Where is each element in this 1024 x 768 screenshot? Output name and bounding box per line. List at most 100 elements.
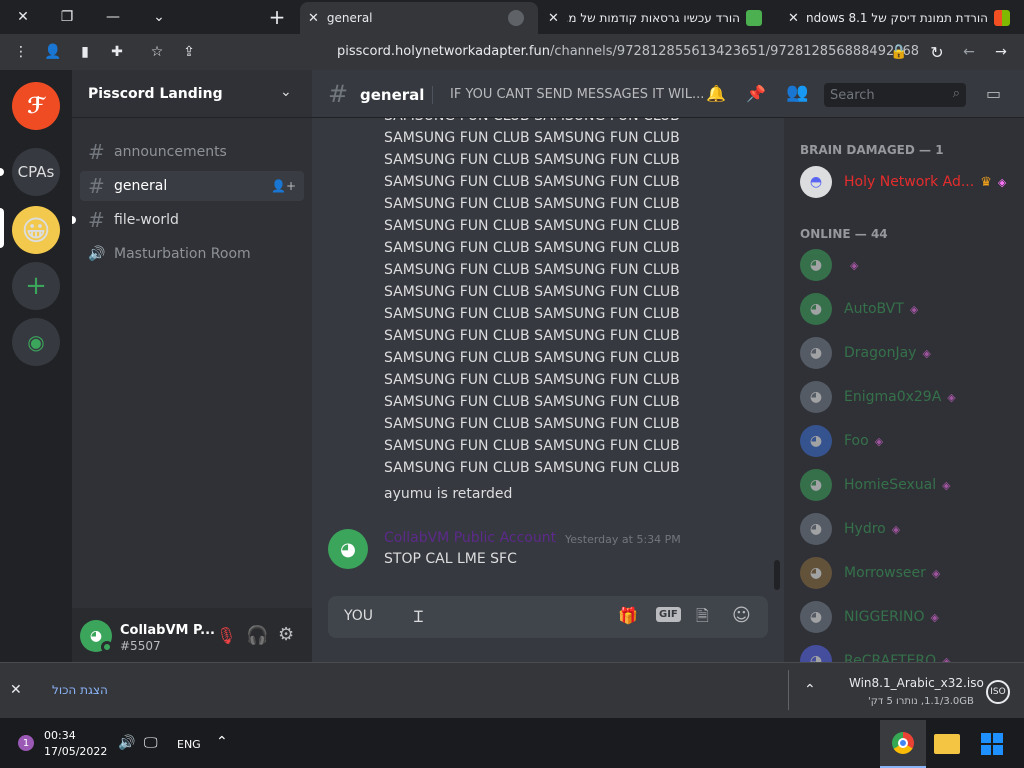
- language-indicator[interactable]: ENG: [177, 738, 201, 751]
- new-tab-button[interactable]: +: [254, 0, 300, 34]
- message-line: SAMSUNG FUN CLUB SAMSUNG FUN CLUB: [384, 328, 680, 344]
- chevron-up-icon[interactable]: ⌃: [804, 682, 816, 698]
- user-name: CollabVM P...: [120, 623, 215, 638]
- forward-icon[interactable]: ←: [954, 34, 984, 70]
- divider: [788, 670, 789, 710]
- gif-icon[interactable]: GIF: [656, 607, 681, 622]
- inbox-icon[interactable]: ▭: [986, 84, 1001, 103]
- clock-time[interactable]: 00:34: [44, 729, 76, 742]
- tab-search-icon[interactable]: ⌄: [136, 0, 182, 34]
- notification-bell-icon[interactable]: 🔔: [706, 84, 726, 103]
- avatar: ◕: [800, 249, 832, 281]
- member-item[interactable]: ◕ NIGGERINO ◈: [800, 597, 939, 637]
- message-line: SAMSUNG FUN CLUB SAMSUNG FUN CLUB: [384, 350, 680, 366]
- chevron-down-icon[interactable]: ⌄: [280, 84, 292, 100]
- avatar[interactable]: ◕: [328, 529, 368, 569]
- address-bar[interactable]: pisscord.holynetworkadapter.fun/channels…: [337, 44, 919, 59]
- network-icon[interactable]: 🖵: [144, 735, 158, 751]
- avatar: ◓: [800, 166, 832, 198]
- muted-microphone-icon[interactable]: 🎙: [216, 626, 236, 645]
- headphones-icon[interactable]: 🎧: [246, 625, 268, 646]
- tab-previous-versions[interactable]: ✕ הורד עכשיו גרסאות קודמות של מ...: [540, 2, 776, 34]
- close-window-icon[interactable]: ✕: [0, 0, 46, 34]
- profile-icon[interactable]: 👤: [38, 34, 68, 70]
- avatar: ◕: [800, 337, 832, 369]
- close-tab-icon[interactable]: ✕: [788, 11, 799, 26]
- divider: [432, 86, 433, 104]
- channel-topic[interactable]: IF YOU CANT SEND MESSAGES IT WIL...: [450, 87, 704, 102]
- search-input[interactable]: Search ⌕: [824, 83, 966, 107]
- extensions-icon[interactable]: ✚: [102, 34, 132, 70]
- scrollbar[interactable]: [774, 560, 780, 590]
- nitro-boost-icon: ◈: [942, 478, 951, 492]
- back-icon[interactable]: →: [986, 34, 1016, 70]
- tab-title: הורד עכשיו גרסאות קודמות של מ...: [566, 11, 740, 25]
- message-line: SAMSUNG FUN CLUB SAMSUNG FUN CLUB: [384, 416, 680, 432]
- member-item[interactable]: ◕ Morrowseer ◈: [800, 553, 940, 593]
- discord-favicon-icon: [508, 10, 524, 26]
- show-all-downloads-link[interactable]: הצגת הכול: [52, 683, 108, 697]
- online-status-icon: [101, 641, 113, 653]
- message-line: SAMSUNG FUN CLUB SAMSUNG FUN CLUB: [384, 438, 680, 454]
- member-item[interactable]: ◕ DragonJay ◈: [800, 333, 931, 373]
- file-explorer-icon[interactable]: [934, 734, 960, 754]
- restore-window-icon[interactable]: ❐: [44, 0, 90, 34]
- member-item[interactable]: ◕ AutoBVT ◈: [800, 289, 918, 329]
- member-item[interactable]: ◕ Hydro ◈: [800, 509, 900, 549]
- message-author[interactable]: CollabVM Public Account: [384, 530, 556, 546]
- side-panel-icon[interactable]: ▮: [70, 34, 100, 70]
- share-icon[interactable]: ⇪: [174, 34, 204, 70]
- channel-general[interactable]: # general 👤+: [80, 171, 304, 201]
- notification-badge[interactable]: 1: [18, 735, 34, 751]
- pin-icon[interactable]: 📌: [746, 84, 766, 103]
- close-download-bar-icon[interactable]: ✕: [10, 682, 22, 698]
- search-icon: ⌕: [952, 86, 960, 101]
- member-list-icon[interactable]: 👥: [786, 82, 808, 103]
- chrome-taskbar-button[interactable]: [880, 720, 926, 768]
- tab-windows-download[interactable]: ✕ הורדת תמונת דיסק של Windows 8.1: [780, 2, 1024, 34]
- url-host: pisscord.holynetworkadapter.fun: [337, 44, 550, 59]
- channel-file-world[interactable]: # file-world: [80, 205, 304, 235]
- add-server-icon[interactable]: +: [12, 262, 60, 310]
- minimize-window-icon[interactable]: —: [90, 0, 136, 34]
- sticker-icon[interactable]: 🗎: [696, 605, 709, 632]
- menu-icon[interactable]: ⋮: [6, 34, 36, 70]
- server-pisscord-icon[interactable]: 😀: [12, 206, 60, 254]
- gift-icon[interactable]: 🎁: [618, 606, 638, 625]
- windows-start-icon[interactable]: [981, 733, 1003, 755]
- explore-servers-icon[interactable]: ◉: [12, 318, 60, 366]
- close-tab-icon[interactable]: ✕: [308, 11, 319, 26]
- lock-icon[interactable]: 🔒: [884, 34, 914, 70]
- close-tab-icon[interactable]: ✕: [548, 11, 559, 26]
- message-line: SAMSUNG FUN CLUB SAMSUNG FUN CLUB: [384, 174, 680, 190]
- member-item[interactable]: ◓ Holy Network Ad... ♛ ◈: [800, 162, 1006, 202]
- channel-announcements[interactable]: # announcements: [80, 137, 304, 167]
- member-item[interactable]: ◕ HomieSexual ◈: [800, 465, 951, 505]
- message-line: SAMSUNG FUN CLUB SAMSUNG FUN CLUB: [384, 196, 680, 212]
- speaker-icon: 🔊: [88, 246, 106, 262]
- server-cpas[interactable]: CPAs: [12, 148, 60, 196]
- message-line: SAMSUNG FUN CLUB SAMSUNG FUN CLUB: [384, 306, 680, 322]
- member-item[interactable]: ◕ Foo ◈: [800, 421, 883, 461]
- chevron-up-icon[interactable]: ⌃: [216, 734, 228, 750]
- member-item[interactable]: ◕ Enigma0x29A ◈: [800, 377, 956, 417]
- guild-name: Pisscord Landing: [88, 86, 223, 102]
- reload-icon[interactable]: ↻: [922, 34, 952, 70]
- volume-icon[interactable]: 🔊: [118, 735, 135, 751]
- message-timestamp: Yesterday at 5:34 PM: [565, 533, 681, 546]
- settings-gear-icon[interactable]: ⚙: [278, 624, 294, 645]
- iso-file-icon[interactable]: ISO: [986, 680, 1010, 704]
- download-filename[interactable]: Win8.1_Arabic_x32.iso: [849, 676, 984, 690]
- bookmark-star-icon[interactable]: ☆: [142, 34, 172, 70]
- download-favicon-icon: [746, 10, 762, 26]
- home-logo-icon[interactable]: ℱ: [12, 82, 60, 130]
- channel-masturbation-room[interactable]: 🔊 Masturbation Room: [80, 239, 304, 269]
- member-item[interactable]: ◕ ◈: [800, 245, 858, 285]
- tab-general[interactable]: ✕ general: [300, 2, 538, 34]
- emoji-icon[interactable]: ☺: [732, 605, 751, 626]
- clock-date[interactable]: 17/05/2022: [44, 745, 107, 758]
- chat-channel-name: general: [360, 86, 425, 104]
- add-member-icon[interactable]: 👤+: [271, 179, 296, 193]
- message-composer[interactable]: YOU Ɪ 🎁 GIF 🗎 ☺: [328, 596, 768, 638]
- member-name: Morrowseer: [844, 565, 926, 581]
